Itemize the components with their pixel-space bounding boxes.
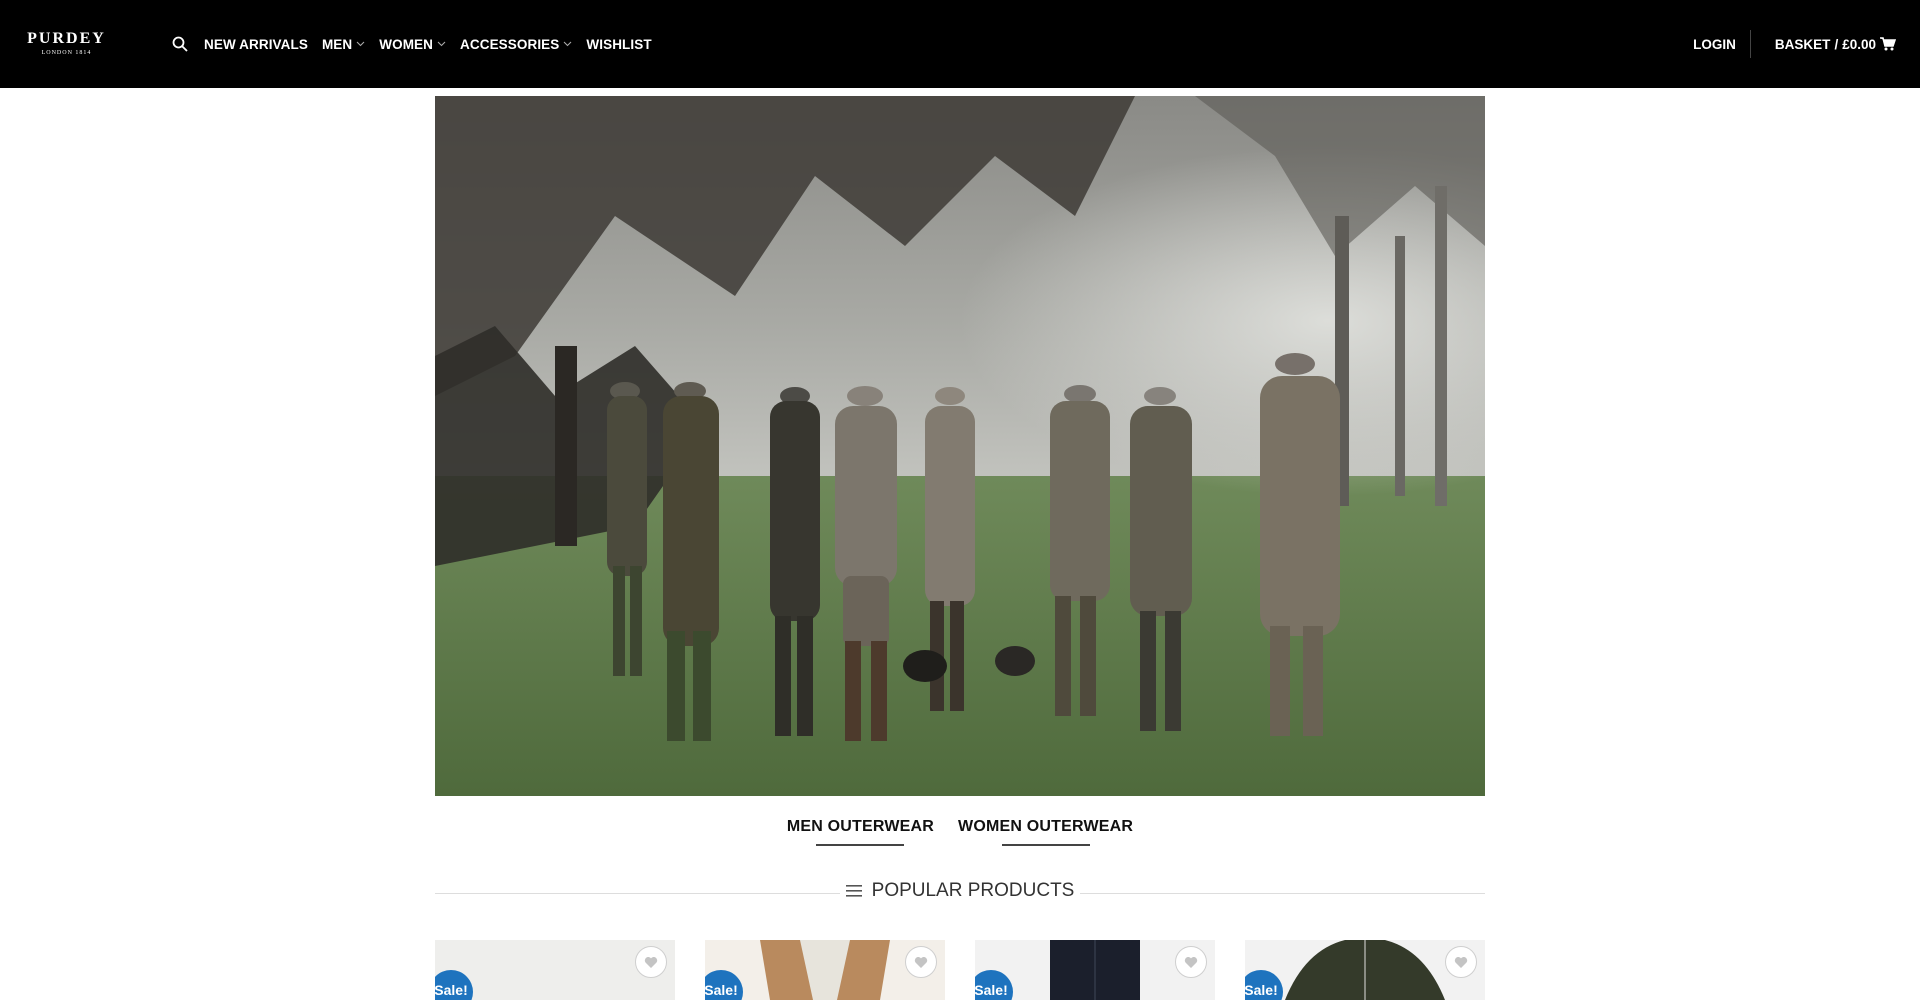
logo-wordmark: PURDEY: [27, 30, 106, 47]
nav-label: MEN: [321, 36, 353, 52]
nav-label: NEW ARRIVALS: [204, 36, 308, 52]
tab-underline: [1001, 844, 1090, 846]
basket-separator: /: [1834, 36, 1839, 52]
sale-badge: Sale!: [435, 970, 473, 1000]
nav-label: WISHLIST: [586, 36, 652, 52]
product-card[interactable]: Sale!: [435, 940, 675, 1000]
logo-subtitle: LONDON 1814: [41, 50, 92, 56]
menu-icon: [845, 885, 862, 897]
heart-icon[interactable]: [905, 946, 937, 978]
purdey-logo[interactable]: PURDEY LONDON 1814: [14, 30, 119, 60]
chevron-down-icon: [356, 41, 365, 47]
basket-label: BASKET: [1774, 36, 1831, 52]
heart-icon[interactable]: [1175, 946, 1207, 978]
nav-label: WOMEN: [379, 36, 434, 52]
nav-label: ACCESSORIES: [460, 36, 560, 52]
chevron-down-icon: [563, 41, 572, 47]
main-nav: NEW ARRIVALS MEN WOMEN ACCESSORIES WISHL…: [172, 33, 666, 55]
popular-products-section: POPULAR PRODUCTS: [435, 880, 1485, 906]
nav-women[interactable]: WOMEN: [379, 37, 446, 52]
category-tabs: MEN OUTERWEAR WOMEN OUTERWEAR: [0, 818, 1920, 846]
chevron-down-icon: [437, 41, 446, 47]
nav-wishlist[interactable]: WISHLIST: [586, 37, 651, 52]
nav-accessories[interactable]: ACCESSORIES: [460, 37, 572, 52]
heart-icon[interactable]: [635, 946, 667, 978]
section-title-text: POPULAR PRODUCTS: [871, 880, 1075, 901]
hero-image[interactable]: [435, 96, 1485, 796]
basket-link[interactable]: BASKET / £0.00: [1775, 37, 1896, 52]
basket-amount: £0.00: [1842, 36, 1876, 52]
tab-women-outerwear[interactable]: WOMEN OUTERWEAR: [958, 818, 1133, 846]
cart-icon: [1880, 37, 1896, 51]
nav-new-arrivals[interactable]: NEW ARRIVALS: [204, 37, 308, 52]
tab-label: MEN OUTERWEAR: [786, 818, 935, 835]
product-grid: Sale! Sale! Sale! Sale!: [435, 940, 1485, 1000]
nav-divider: [1749, 30, 1751, 58]
site-header: PURDEY LONDON 1814 NEW ARRIVALS MEN WOME…: [0, 0, 1920, 88]
tab-men-outerwear[interactable]: MEN OUTERWEAR: [787, 818, 934, 846]
nav-men[interactable]: MEN: [322, 37, 365, 52]
section-title: POPULAR PRODUCTS: [435, 880, 1485, 902]
login-link[interactable]: LOGIN: [1693, 37, 1736, 52]
product-card[interactable]: Sale!: [975, 940, 1215, 1000]
heart-icon[interactable]: [1445, 946, 1477, 978]
product-card[interactable]: Sale!: [705, 940, 945, 1000]
account-nav: LOGIN BASKET / £0.00: [1693, 30, 1896, 58]
product-card[interactable]: Sale!: [1245, 940, 1485, 1000]
tab-underline: [816, 844, 905, 846]
tab-label: WOMEN OUTERWEAR: [958, 818, 1134, 835]
search-icon[interactable]: [172, 35, 190, 53]
